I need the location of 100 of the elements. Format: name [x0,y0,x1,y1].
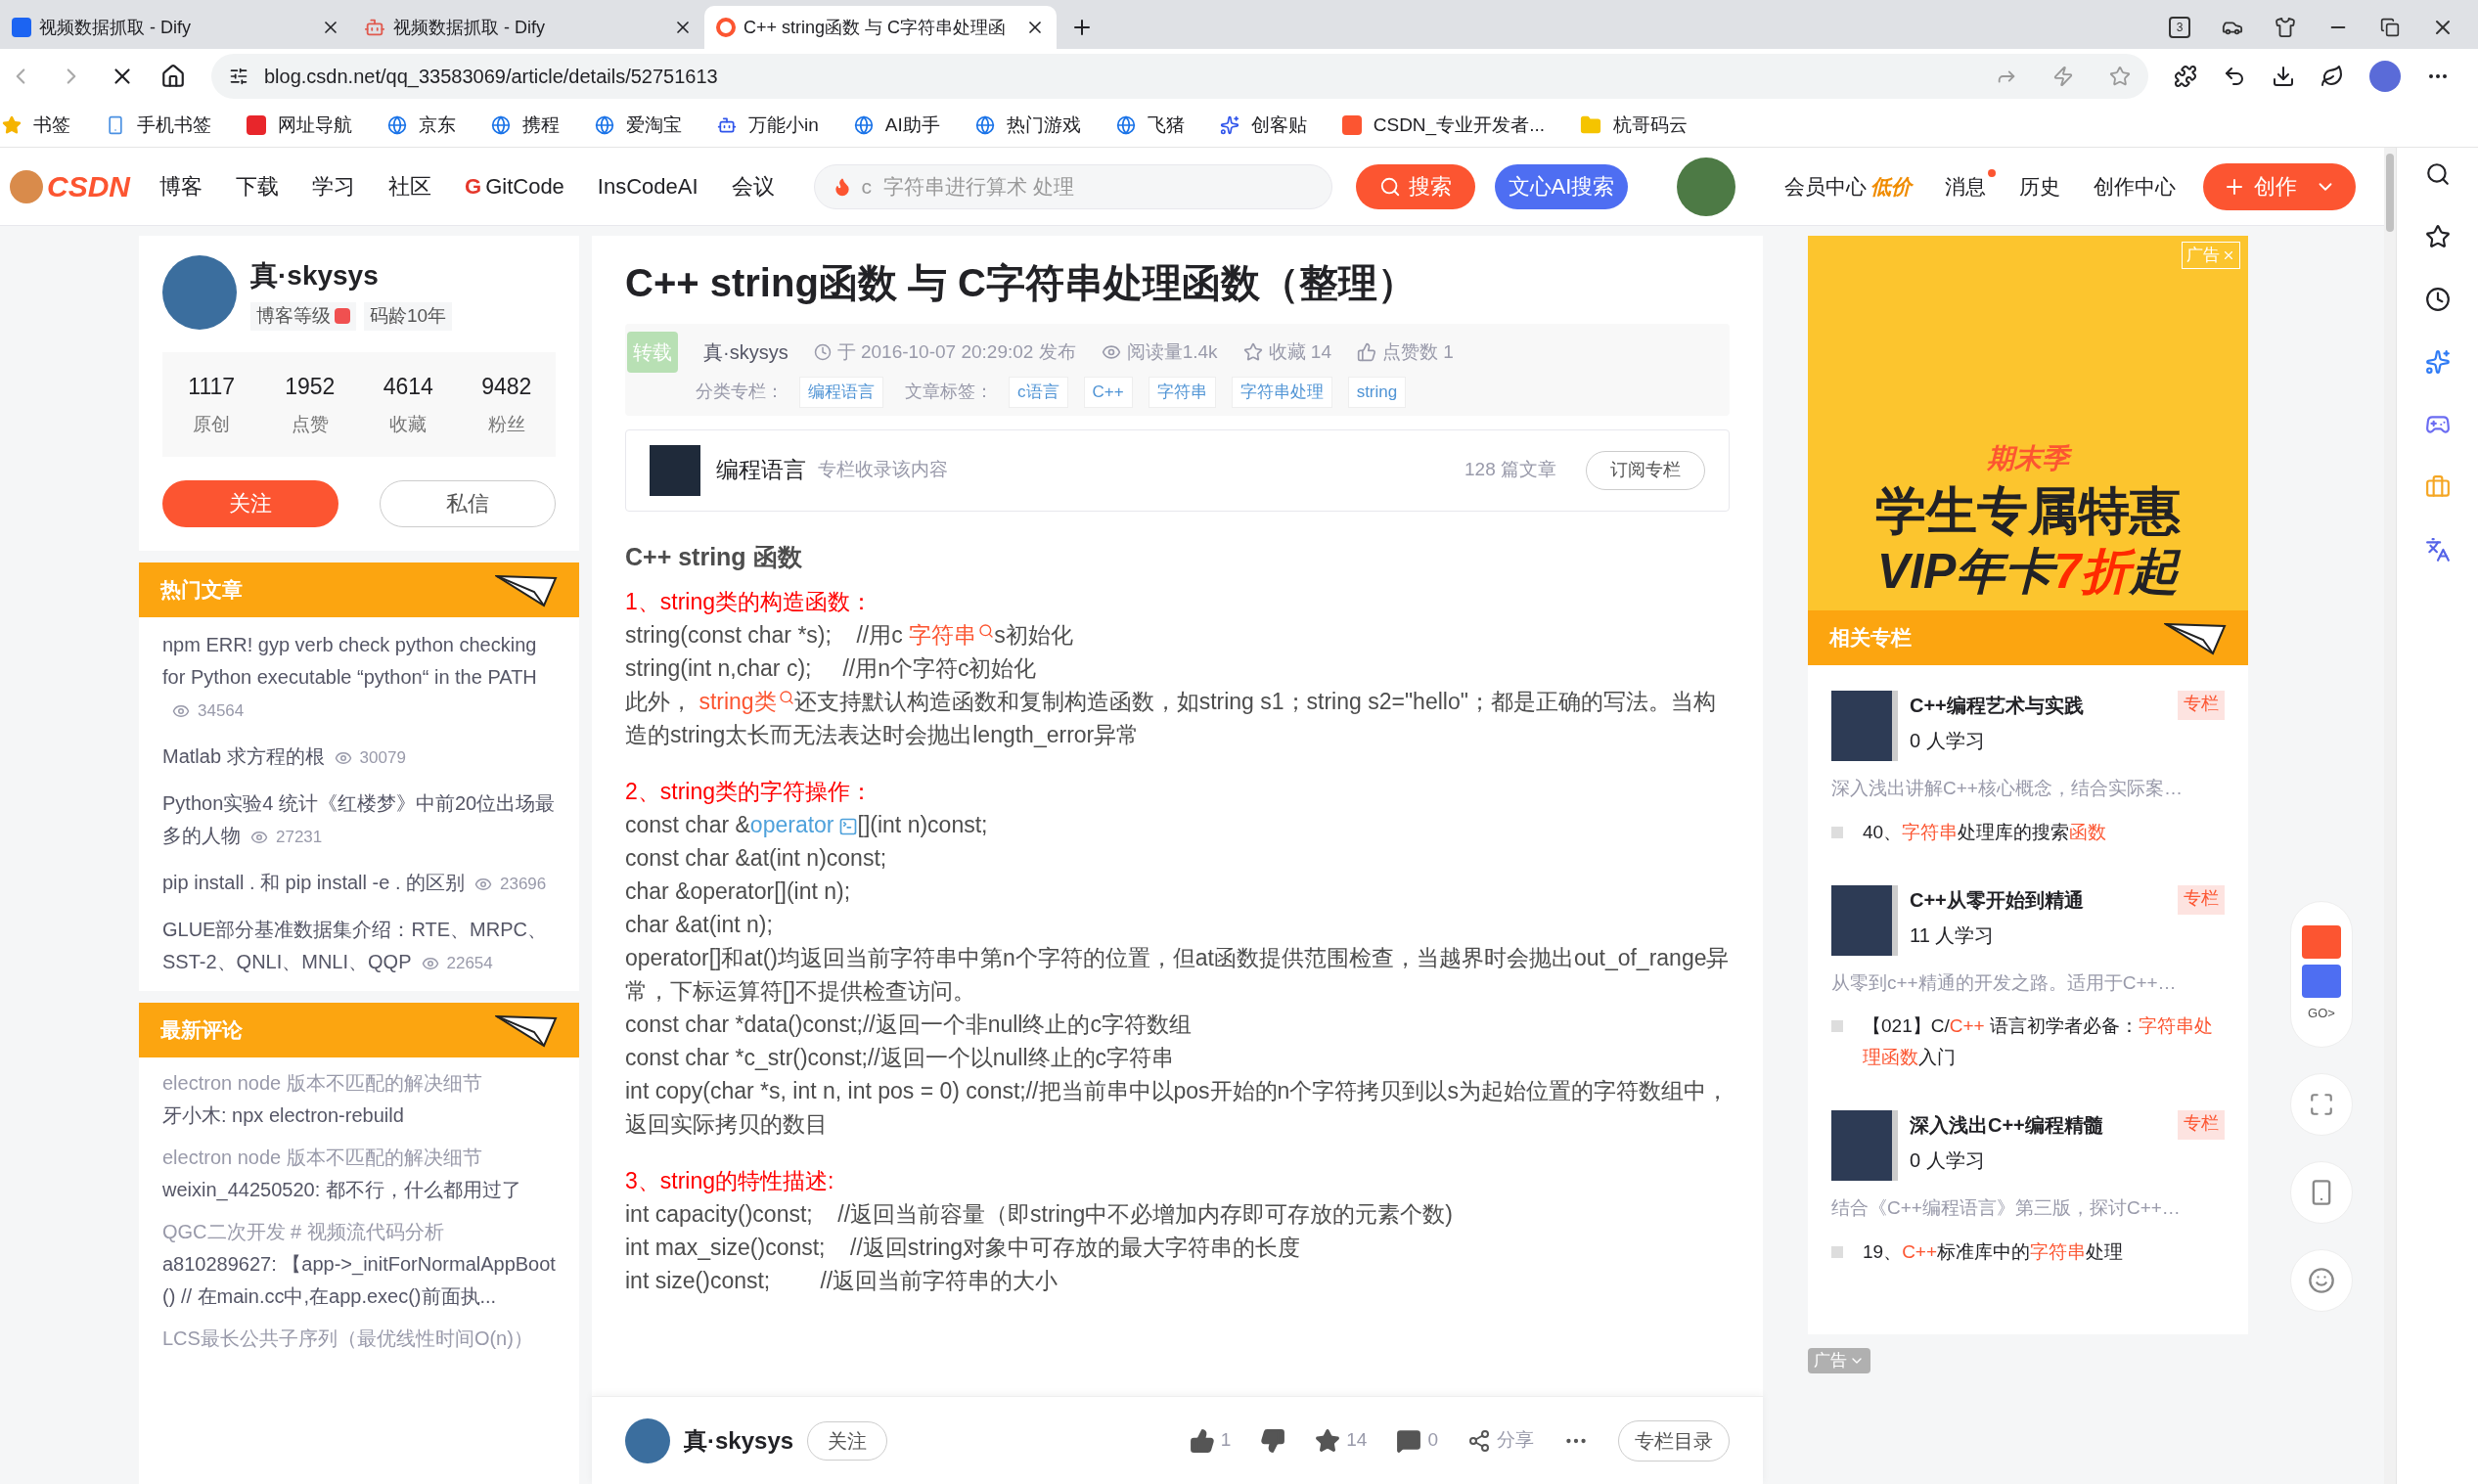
stat-label: 点赞 [291,413,329,436]
article-count: 128 篇文章 [1464,458,1556,482]
history-icon[interactable] [2424,287,2451,312]
star-icon [1242,342,1263,362]
browser-tab[interactable]: C++ string函数 与 C字符串处理函 [704,6,1057,49]
bookmark-item[interactable]: 手机书签 [106,111,211,140]
nav-link[interactable]: 下载 [236,170,279,202]
column-title[interactable]: C++编程艺术与实践 [1910,691,2084,720]
dislike-icon[interactable] [1260,1427,1286,1454]
restore-icon[interactable] [2380,18,2400,37]
column-title[interactable]: C++从零开始到精通 [1910,884,2084,915]
home-icon[interactable] [160,64,186,89]
nav-link[interactable]: 创作中心 [2094,170,2177,202]
site-settings-icon[interactable] [229,67,248,86]
bookmark-item[interactable]: 万能小in [717,111,819,140]
bookmark-item[interactable]: 创客贴 [1219,111,1307,140]
nav-link[interactable]: 社区 [388,170,431,202]
eye-icon [250,829,268,846]
hot-article-link[interactable]: GLUE部分基准数据集介绍：RTE、MRPC、SST-2、QNLI、MNLI、QQP 22654 [162,913,556,979]
bookmark-item[interactable]: 热门游戏 [974,111,1081,140]
stat-label: 原创 [193,413,231,436]
hot-article-link[interactable]: npm ERR! gyp verb check python checking for Python executable “python“ in the PATH 34564 [162,628,556,727]
author-avatar[interactable] [625,1417,670,1463]
comment-text: 牙小木: npx electron-rebuild [162,1102,405,1128]
star-icon[interactable] [2424,224,2451,249]
leaf-icon[interactable] [2320,65,2344,88]
coding-age-badge: 码龄10年 [364,302,453,331]
section-heading: 1、string类的构造函数： [625,588,875,616]
section-heading: 2、string类的字符操作： [625,778,875,806]
sparkle-icon[interactable] [2424,349,2451,375]
nav-link[interactable]: 博客 [159,170,203,202]
csdn-favicon [716,18,736,37]
code-line: int size()const; //返回当前字符串的大小 [625,1267,1059,1295]
star-icon [1315,1427,1341,1454]
paper-plane-icon [2164,620,2227,655]
bookmark-item[interactable]: 爱淘宝 [595,111,682,140]
robot-icon [717,115,737,135]
hot-article-link[interactable]: pip install . 和 pip install -e . 的区别 23696 [162,866,556,900]
nav-link[interactable]: InsCodeAI [597,170,698,202]
search-field[interactable]: c 字符串进行算术 处理 [813,163,1332,209]
browser-tab[interactable]: 视频数据抓取 - Dify [0,6,352,49]
like-count: 点赞数 1 [1357,337,1454,367]
bookmark-item[interactable]: 网址导航 [247,111,352,140]
related-article-link[interactable]: 40、字符串处理库的搜索函数 [1863,816,2107,848]
scrollbar-thumb[interactable] [2386,154,2394,232]
code-line: const char *c_str()const;//返回一个以null终止的c字符串 [625,1044,1176,1072]
nav-link[interactable]: 消息 [1945,174,1987,198]
nav-link[interactable]: 会员中心 [1784,170,1868,202]
bookmark-item[interactable]: 飞猪 [1115,111,1185,140]
bookmark-item[interactable]: 携程 [491,111,560,140]
nav-link[interactable]: G GitCode [465,170,564,202]
ad-banner[interactable]: 广告 期末季 学生专属特惠 VIP年卡7折起 [1808,236,2248,610]
extensions-icon[interactable] [2174,65,2197,88]
column-description: 深入浅出讲解C++核心概念，结合实际案… [1831,777,2184,800]
tab-count-icon[interactable]: 3 [2169,17,2190,38]
translate-icon[interactable] [2424,537,2451,562]
bookmark-star-icon[interactable] [2109,66,2131,87]
bookmark-item[interactable]: 杭哥码云 [1580,111,1688,140]
search-input[interactable]: c 字符串进行算术 处理 [861,170,1314,202]
nav-link[interactable]: 历史 [2019,170,2061,202]
hot-article-link[interactable]: Matlab 求方程的根 30079 [162,740,556,774]
lightning-icon[interactable] [2052,66,2074,87]
sparkle-icon [1219,115,1239,135]
assistant-button[interactable]: GO> [2290,901,2353,1048]
read-count: 阅读量1.4k [1101,337,1218,367]
bookmark-item[interactable]: AI助手 [853,111,940,140]
code-line: operator[]和at()均返回当前字符串中第n个字符的位置，但at函数提供范围检查，当越界时会抛出out_of_range异常，下标运算符[]不提供检查访问。 [625,944,1730,1006]
browser-tab[interactable]: 视频数据抓取 - Dify [352,6,704,49]
bookmark-item[interactable]: 京东 [387,111,456,140]
ad-headline: 学生专属特惠 [1875,481,2181,541]
search-icon[interactable] [2424,161,2451,187]
related-article-link[interactable]: 19、C++标准库中的字符串处理 [1863,1236,2124,1268]
code-line: char &operator[](int n); [625,877,852,906]
undo-icon[interactable] [2223,65,2246,88]
bookmark-item[interactable]: 书签 [2,111,70,140]
address-bar[interactable]: blog.csdn.net/qq_33583069/article/details/52751613 [211,54,2148,99]
bullet-icon [1831,826,1843,838]
shirt-icon[interactable] [2275,17,2296,38]
column-name[interactable]: 编程语言 [716,453,806,487]
app-favicon [12,18,31,37]
column-title[interactable]: 深入浅出C++编程精髓 [1910,1110,2103,1140]
ai-search-button[interactable]: 文心AI搜索 [1494,163,1629,209]
column-cover [650,444,700,496]
author-name[interactable]: 真·skysys [250,255,453,296]
download-icon[interactable] [2272,65,2295,88]
globe-icon [1115,115,1136,135]
hot-article-link[interactable]: Python实验4 统计《红楼梦》中前20位出场最多的人物 27231 [162,787,556,853]
section-title: 最新评论 [160,1016,243,1043]
profile-avatar[interactable] [2369,61,2401,92]
author-name[interactable]: 真·skysys [684,1422,794,1459]
related-article-link[interactable]: 【021】C/C++ 语言初学者必备：字符串处理函数入门 [1863,1011,2225,1073]
content-heading: C++ string 函数 [625,541,803,572]
nav-link[interactable]: 会议 [731,170,775,202]
price-label: 低价 [1870,173,1913,200]
tags-label: 文章标签： [905,381,993,404]
phone-icon [106,115,125,135]
go-label: GO> [2308,1005,2335,1023]
author-link[interactable]: 真·skysys [703,337,788,367]
bookmark-item[interactable]: CSDN_专业开发者... [1341,111,1545,140]
nav-link[interactable]: 学习 [312,170,355,202]
